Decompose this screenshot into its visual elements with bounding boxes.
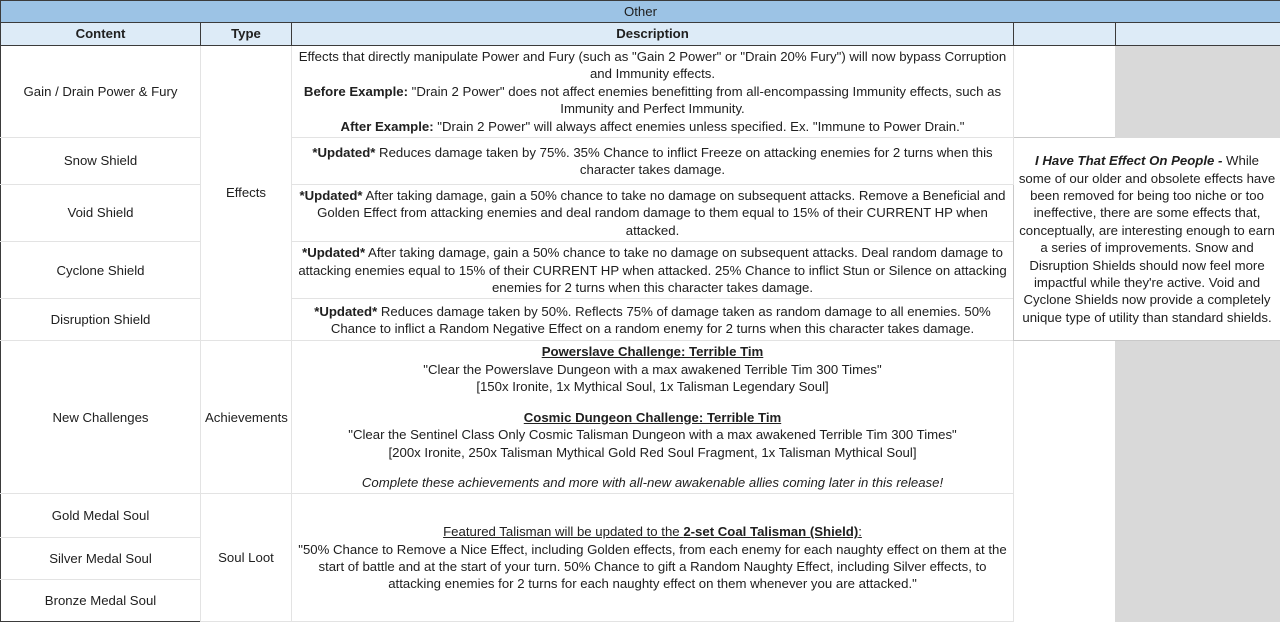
row-description-soul-loot[interactable]: Featured Talisman will be updated to the… bbox=[292, 494, 1014, 622]
row-content-disruption-shield[interactable]: Disruption Shield bbox=[1, 299, 201, 341]
type-group-achievements[interactable]: Achievements bbox=[201, 341, 292, 494]
row-content-void-shield[interactable]: Void Shield bbox=[1, 184, 201, 241]
soul-loot-heading-plain: Featured Talisman will be updated to the bbox=[443, 524, 683, 539]
table-row: Snow Shield *Updated* Reduces damage tak… bbox=[1, 137, 1280, 184]
before-example-label: Before Example: bbox=[304, 84, 408, 99]
column-header-blank-a[interactable] bbox=[1014, 23, 1116, 45]
row-description-new-challenges[interactable]: Powerslave Challenge: Terrible Tim "Clea… bbox=[292, 341, 1014, 494]
updated-tag-cyclone: *Updated* bbox=[302, 245, 365, 260]
desc-line-bypass: Effects that directly manipulate Power a… bbox=[299, 49, 1006, 81]
notes-gap-cell-mid bbox=[1014, 341, 1116, 494]
table-title-row: Other bbox=[1, 1, 1280, 23]
desc-text-void: After taking damage, gain a 50% chance t… bbox=[317, 188, 1005, 238]
row-content-cyclone-shield[interactable]: Cyclone Shield bbox=[1, 242, 201, 299]
after-example-label: After Example: bbox=[341, 119, 434, 134]
designer-note-title: I Have That Effect On People - bbox=[1035, 153, 1222, 168]
challenge-title-cosmic: Cosmic Dungeon Challenge: Terrible Tim bbox=[524, 410, 781, 425]
challenge-spacer bbox=[296, 396, 1009, 409]
sheet-title: Other bbox=[1, 1, 1280, 23]
challenge-footnote: Complete these achievements and more wit… bbox=[362, 475, 943, 490]
column-header-type[interactable]: Type bbox=[201, 23, 292, 45]
desc-text-cyclone: After taking damage, gain a 50% chance t… bbox=[298, 245, 1006, 295]
challenge-quote-powerslave: "Clear the Powerslave Dungeon with a max… bbox=[423, 362, 881, 377]
notes-gap-cell-bottom bbox=[1014, 494, 1116, 622]
row-content-new-challenges[interactable]: New Challenges bbox=[1, 341, 201, 494]
notes-grey-fill-mid bbox=[1116, 341, 1280, 494]
desc-text-snow: Reduces damage taken by 75%. 35% Chance … bbox=[375, 145, 992, 177]
spreadsheet-sheet: Other Content Type Description Gain / Dr… bbox=[0, 0, 1280, 584]
table-row: Gold Medal Soul Soul Loot Featured Talis… bbox=[1, 494, 1280, 538]
after-example-text: "Drain 2 Power" will always affect enemi… bbox=[434, 119, 965, 134]
row-description-disruption-shield[interactable]: *Updated* Reduces damage taken by 50%. R… bbox=[292, 299, 1014, 341]
row-description-snow-shield[interactable]: *Updated* Reduces damage taken by 75%. 3… bbox=[292, 137, 1014, 184]
table-row: Gain / Drain Power & Fury Effects Effect… bbox=[1, 45, 1280, 137]
notes-gap-cell-top bbox=[1014, 45, 1116, 137]
type-group-soul-loot[interactable]: Soul Loot bbox=[201, 494, 292, 622]
column-header-blank-b[interactable] bbox=[1116, 23, 1280, 45]
notes-grey-fill-bottom bbox=[1116, 494, 1280, 622]
challenge-spacer-2 bbox=[296, 461, 1009, 474]
notes-grey-fill-top bbox=[1116, 45, 1280, 137]
row-content-silver-medal-soul[interactable]: Silver Medal Soul bbox=[1, 538, 201, 580]
challenge-quote-cosmic: "Clear the Sentinel Class Only Cosmic Ta… bbox=[348, 427, 956, 442]
challenge-title-powerslave: Powerslave Challenge: Terrible Tim bbox=[542, 344, 764, 359]
desc-text-disruption: Reduces damage taken by 50%. Reflects 75… bbox=[331, 304, 991, 336]
challenge-reward-cosmic: [200x Ironite, 250x Talisman Mythical Go… bbox=[389, 445, 917, 460]
updated-tag-disruption: *Updated* bbox=[314, 304, 377, 319]
row-content-snow-shield[interactable]: Snow Shield bbox=[1, 137, 201, 184]
row-description-gain-drain[interactable]: Effects that directly manipulate Power a… bbox=[292, 45, 1014, 137]
row-content-gold-medal-soul[interactable]: Gold Medal Soul bbox=[1, 494, 201, 538]
table-row: New Challenges Achievements Powerslave C… bbox=[1, 341, 1280, 494]
row-content-gain-drain[interactable]: Gain / Drain Power & Fury bbox=[1, 45, 201, 137]
designer-note-effects[interactable]: I Have That Effect On People - While som… bbox=[1014, 137, 1280, 341]
soul-loot-heading-bold: 2-set Coal Talisman (Shield) bbox=[683, 524, 858, 539]
column-header-description[interactable]: Description bbox=[292, 23, 1014, 45]
updated-tag-void: *Updated* bbox=[300, 188, 363, 203]
row-content-bronze-medal-soul[interactable]: Bronze Medal Soul bbox=[1, 580, 201, 622]
row-description-cyclone-shield[interactable]: *Updated* After taking damage, gain a 50… bbox=[292, 242, 1014, 299]
challenge-reward-powerslave: [150x Ironite, 1x Mythical Soul, 1x Tali… bbox=[476, 379, 828, 394]
before-example-text: "Drain 2 Power" does not affect enemies … bbox=[408, 84, 1001, 116]
table-header-row: Content Type Description bbox=[1, 23, 1280, 45]
updated-tag-snow: *Updated* bbox=[312, 145, 375, 160]
column-header-content[interactable]: Content bbox=[1, 23, 201, 45]
type-group-effects[interactable]: Effects bbox=[201, 45, 292, 341]
designer-note-body: While some of our older and obsolete eff… bbox=[1019, 153, 1275, 325]
patch-notes-table: Other Content Type Description Gain / Dr… bbox=[0, 0, 1280, 622]
row-description-void-shield[interactable]: *Updated* After taking damage, gain a 50… bbox=[292, 184, 1014, 241]
soul-loot-heading-colon: : bbox=[858, 524, 862, 539]
